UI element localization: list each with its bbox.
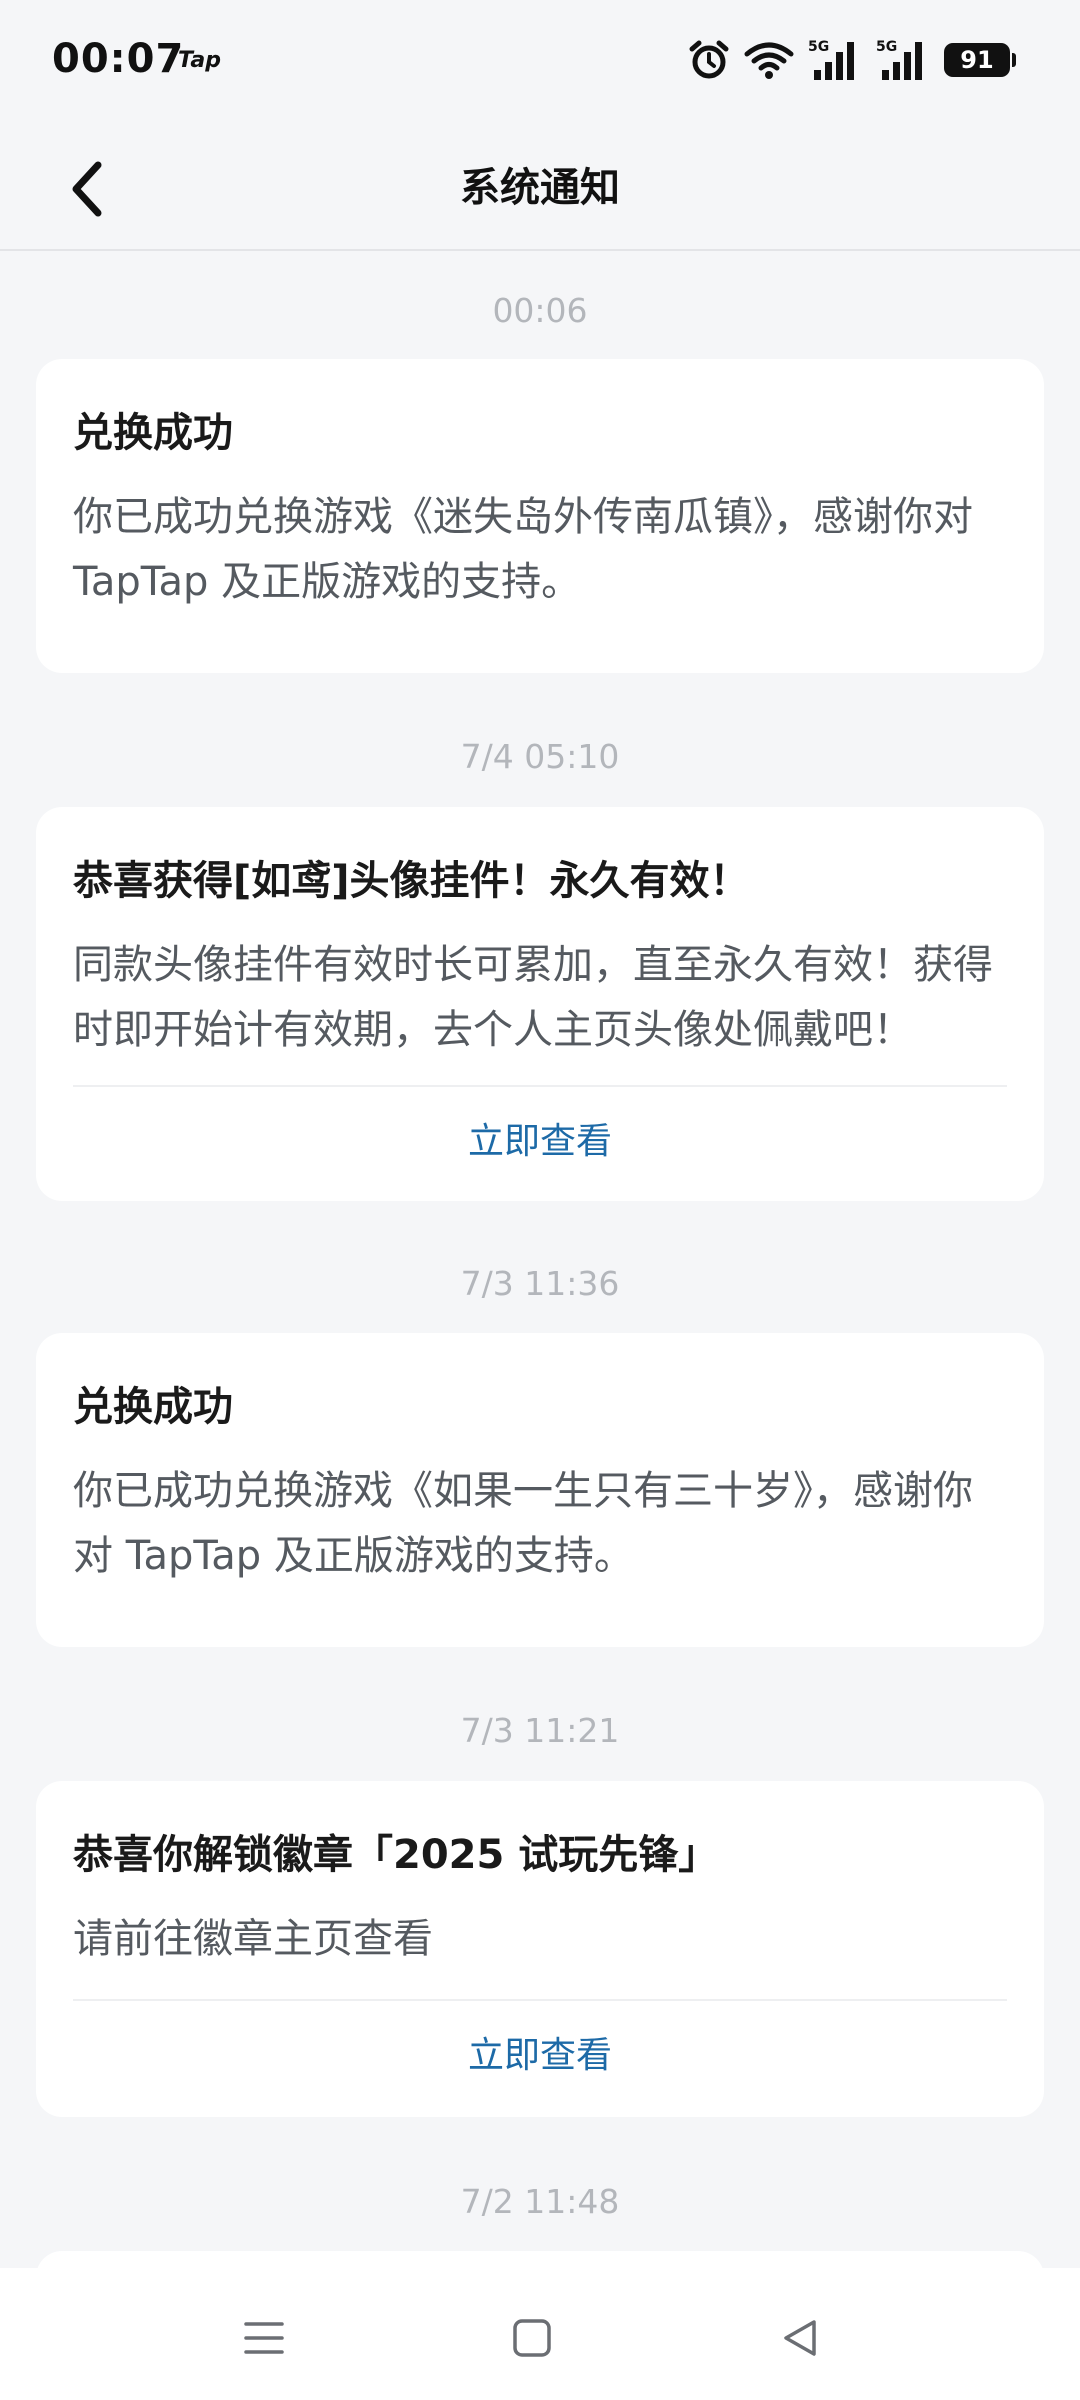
notification-card[interactable]: 恭喜你解锁徽章「2025 试玩先锋」 请前往徽章主页查看 立即查看	[36, 1781, 1044, 2117]
network-type-1: 5G	[808, 39, 829, 55]
notification-timestamp: 7/3 11:36	[460, 1264, 620, 1303]
menu-button[interactable]	[224, 2298, 304, 2378]
network-type-2: 5G	[876, 39, 897, 55]
battery-indicator: 91	[944, 43, 1016, 77]
notification-body: 你已成功兑换游戏《如果一生只有三十岁》，感谢你对 TapTap 及正版游戏的支持…	[73, 1468, 973, 1579]
notification-body: 同款头像挂件有效时长可累加，直至永久有效！获得时即开始计有效期，去个人主页头像处…	[73, 942, 993, 1053]
card-divider	[73, 1085, 1007, 1087]
home-button[interactable]	[492, 2298, 572, 2378]
wifi-icon	[744, 42, 794, 79]
card-divider	[73, 1999, 1007, 2001]
notification-title: 恭喜获得[如鸢]头像挂件！永久有效！	[73, 858, 750, 904]
notification-card[interactable]: 恭喜获得[如鸢]头像挂件！永久有效！ 同款头像挂件有效时长可累加，直至永久有效！…	[36, 807, 1044, 1201]
status-time: 00:07	[52, 36, 185, 82]
home-icon	[513, 2319, 551, 2357]
notification-timestamp: 7/2 11:48	[460, 2182, 620, 2221]
notification-body: 请前往徽章主页查看	[73, 1916, 433, 1962]
system-notification-page: 00:07 Tap 5G 5G 91 系统通知 00:06 兑换成功 你已成功兑…	[0, 0, 1080, 2400]
notification-card[interactable]: 兑换成功 你已成功兑换游戏《迷失岛外传南瓜镇》，感谢你对 TapTap 及正版游…	[36, 359, 1044, 673]
signal-icon: 5G	[876, 39, 922, 80]
status-icons: 5G 5G 91	[688, 38, 1016, 82]
notification-title: 兑换成功	[73, 1384, 233, 1430]
notification-title: 恭喜你解锁徽章「2025 试玩先锋」	[73, 1832, 719, 1878]
notification-timestamp: 7/4 05:10	[460, 737, 620, 776]
notification-title: 兑换成功	[73, 410, 233, 456]
view-now-button[interactable]: 立即查看	[36, 2026, 1044, 2086]
back-triangle-icon	[784, 2320, 816, 2356]
notification-body: 你已成功兑换游戏《迷失岛外传南瓜镇》，感谢你对 TapTap 及正版游戏的支持。	[73, 494, 973, 605]
status-app-label: Tap	[178, 48, 221, 73]
signal-icon: 5G	[808, 39, 854, 80]
alarm-icon	[689, 40, 729, 79]
system-navigation-bar	[0, 2268, 1080, 2400]
menu-icon	[244, 2322, 284, 2354]
status-bar: 00:07 Tap 5G 5G 91	[0, 0, 1080, 125]
back-nav-button[interactable]	[760, 2298, 840, 2378]
page-title: 系统通知	[460, 165, 620, 211]
notification-timestamp: 7/3 11:21	[460, 1711, 620, 1750]
page-header: 系统通知	[0, 125, 1080, 251]
notification-timestamp: 00:06	[492, 291, 588, 330]
view-now-button[interactable]: 立即查看	[36, 1112, 1044, 1172]
notification-card[interactable]: 兑换成功 你已成功兑换游戏《如果一生只有三十岁》，感谢你对 TapTap 及正版…	[36, 1333, 1044, 1647]
